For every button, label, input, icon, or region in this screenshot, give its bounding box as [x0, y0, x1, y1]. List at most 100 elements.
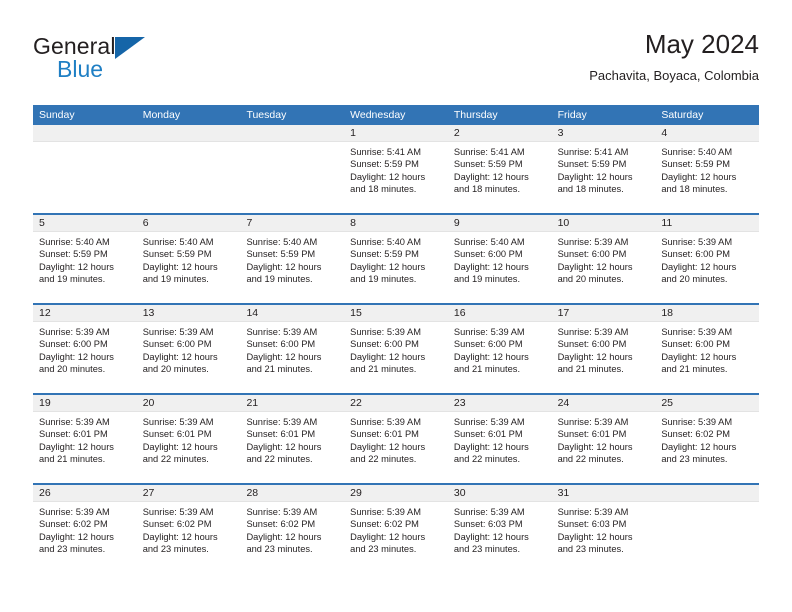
- sunrise-text: Sunrise: 5:40 AM: [661, 147, 733, 157]
- day-cell[interactable]: 27 Sunrise: 5:39 AM Sunset: 6:02 PM Dayligh…: [136, 485, 241, 573]
- daylight-text-line1: Daylight: 12 hours: [453, 531, 529, 542]
- day-cell[interactable]: 29 Sunrise: 5:39 AM Sunset: 6:02 PM Dayligh…: [344, 485, 448, 573]
- day-cell[interactable]: 25 Sunrise: 5:39 AM Sunset: 6:02 PM Dayligh…: [655, 395, 760, 483]
- day-cell[interactable]: 28 Sunrise: 5:39 AM Sunset: 6:02 PM Dayligh…: [240, 485, 345, 573]
- daylight-text-line2: and 19 minutes.: [453, 274, 521, 285]
- day-cell[interactable]: 26 Sunrise: 5:39 AM Sunset: 6:02 PM Dayligh…: [33, 485, 137, 573]
- sunset-text: Sunset: 6:00 PM: [661, 339, 731, 350]
- daylight-text-line1: Daylight: 12 hours: [39, 441, 114, 452]
- daylight-text-line2: and 22 minutes.: [557, 454, 624, 465]
- sunrise-text: Sunrise: 5:40 AM: [39, 237, 110, 247]
- day-sun-info: Sunrise: 5:40 AM Sunset: 5:59 PM Daylight:…: [655, 142, 759, 196]
- day-number: 19: [39, 397, 51, 409]
- day-number-band: 1: [344, 125, 448, 142]
- day-sun-info: Sunrise: 5:39 AM Sunset: 6:03 PM Daylight:…: [552, 502, 656, 556]
- day-cell[interactable]: 18 Sunrise: 5:39 AM Sunset: 6:00 PM Dayligh…: [655, 305, 760, 393]
- day-cell[interactable]: 15 Sunrise: 5:39 AM Sunset: 6:00 PM Dayligh…: [344, 305, 448, 393]
- day-cell[interactable]: 20 Sunrise: 5:39 AM Sunset: 6:01 PM Dayligh…: [136, 395, 241, 483]
- daylight-text-line1: Daylight: 12 hours: [557, 171, 633, 182]
- day-number-band: 3: [551, 125, 656, 142]
- daylight-text-line1: Daylight: 12 hours: [350, 441, 426, 452]
- day-number: 21: [246, 397, 259, 409]
- day-number: 28: [246, 487, 259, 499]
- sunrise-text: Sunrise: 5:41 AM: [557, 147, 629, 157]
- day-number: 1: [350, 127, 356, 139]
- day-number-band: 21: [240, 395, 345, 412]
- sunrise-text: Sunrise: 5:39 AM: [350, 327, 421, 337]
- daylight-text-line1: Daylight: 12 hours: [350, 261, 426, 272]
- day-number: 15: [350, 307, 362, 319]
- day-number: 30: [453, 487, 466, 499]
- day-number: 26: [39, 487, 51, 499]
- day-cell[interactable]: 23 Sunrise: 5:39 AM Sunset: 6:01 PM Dayligh…: [447, 395, 552, 483]
- day-number: 16: [453, 307, 466, 319]
- day-cell[interactable]: 14 Sunrise: 5:39 AM Sunset: 6:00 PM Dayligh…: [240, 305, 345, 393]
- weekday-header-wednesday: Wednesday: [350, 109, 406, 121]
- day-cell[interactable]: 22 Sunrise: 5:39 AM Sunset: 6:01 PM Dayligh…: [344, 395, 448, 483]
- sunrise-text: Sunrise: 5:40 AM: [350, 237, 421, 247]
- day-number-band: 30: [447, 485, 552, 502]
- sunset-text: Sunset: 6:00 PM: [39, 339, 108, 350]
- page-header: General Blue May 2024 Pachavita, Boyaca,…: [33, 28, 759, 98]
- sunset-text: Sunset: 5:59 PM: [453, 159, 523, 170]
- day-sun-info: Sunrise: 5:39 AM Sunset: 6:02 PM Daylight:…: [344, 502, 448, 556]
- day-cell[interactable]: 11 Sunrise: 5:39 AM Sunset: 6:00 PM Dayligh…: [655, 215, 760, 303]
- sunset-text: Sunset: 6:01 PM: [142, 429, 212, 440]
- day-number-band: 19: [33, 395, 137, 412]
- daylight-text-line2: and 18 minutes.: [661, 184, 728, 195]
- sunset-text: Sunset: 5:59 PM: [246, 249, 316, 260]
- sunrise-text: Sunrise: 5:39 AM: [246, 417, 318, 427]
- daylight-text-line2: and 23 minutes.: [557, 544, 624, 555]
- sunset-text: Sunset: 6:01 PM: [350, 429, 419, 440]
- day-cell[interactable]: 6 Sunrise: 5:40 AM Sunset: 5:59 PM Daylight…: [136, 215, 241, 303]
- day-number-band: 20: [136, 395, 241, 412]
- day-cell[interactable]: 3 Sunrise: 5:41 AM Sunset: 5:59 PM Daylight…: [551, 125, 656, 213]
- day-cell[interactable]: 21 Sunrise: 5:39 AM Sunset: 6:01 PM Dayligh…: [240, 395, 345, 483]
- daylight-text-line2: and 22 minutes.: [246, 454, 313, 465]
- day-number-band: 25: [655, 395, 760, 412]
- sunrise-text: Sunrise: 5:39 AM: [246, 327, 318, 337]
- daylight-text-line2: and 20 minutes.: [661, 274, 728, 285]
- day-cell[interactable]: 5 Sunrise: 5:40 AM Sunset: 5:59 PM Daylight…: [33, 215, 137, 303]
- day-number-band: 11: [655, 215, 760, 232]
- daylight-text-line1: Daylight: 12 hours: [39, 531, 114, 542]
- sunrise-text: Sunrise: 5:39 AM: [142, 327, 214, 337]
- sunrise-text: Sunrise: 5:39 AM: [39, 507, 110, 517]
- sunrise-text: Sunrise: 5:39 AM: [350, 507, 421, 517]
- day-cell[interactable]: 17 Sunrise: 5:39 AM Sunset: 6:00 PM Dayligh…: [551, 305, 656, 393]
- day-number-band: 14: [240, 305, 345, 322]
- daylight-text-line1: Daylight: 12 hours: [350, 351, 426, 362]
- day-sun-info: Sunrise: 5:39 AM Sunset: 6:00 PM Daylight:…: [655, 322, 759, 376]
- daylight-text-line2: and 21 minutes.: [661, 364, 728, 375]
- day-cell[interactable]: 1 Sunrise: 5:41 AM Sunset: 5:59 PM Daylight…: [344, 125, 448, 213]
- day-cell[interactable]: 2 Sunrise: 5:41 AM Sunset: 5:59 PM Daylight…: [447, 125, 552, 213]
- daylight-text-line2: and 18 minutes.: [557, 184, 624, 195]
- daylight-text-line1: Daylight: 12 hours: [142, 351, 218, 362]
- calendar-week-row: 19 Sunrise: 5:39 AM Sunset: 6:01 PM Dayligh…: [33, 393, 760, 483]
- day-number: 13: [142, 307, 155, 319]
- day-cell[interactable]: 16 Sunrise: 5:39 AM Sunset: 6:00 PM Dayligh…: [447, 305, 552, 393]
- day-cell[interactable]: 19 Sunrise: 5:39 AM Sunset: 6:01 PM Dayligh…: [33, 395, 137, 483]
- day-sun-info: Sunrise: 5:40 AM Sunset: 6:00 PM Daylight:…: [448, 232, 552, 286]
- day-cell[interactable]: 4 Sunrise: 5:40 AM Sunset: 5:59 PM Daylight…: [655, 125, 760, 213]
- daylight-text-line2: and 18 minutes.: [453, 184, 521, 195]
- day-number-band: 17: [551, 305, 656, 322]
- day-number-band: 22: [344, 395, 448, 412]
- weekday-header-friday: Friday: [557, 109, 587, 121]
- day-cell[interactable]: 12 Sunrise: 5:39 AM Sunset: 6:00 PM Dayligh…: [33, 305, 137, 393]
- day-cell[interactable]: 24 Sunrise: 5:39 AM Sunset: 6:01 PM Dayligh…: [551, 395, 656, 483]
- sunset-text: Sunset: 6:00 PM: [142, 339, 212, 350]
- day-cell[interactable]: 31 Sunrise: 5:39 AM Sunset: 6:03 PM Dayligh…: [551, 485, 656, 573]
- day-sun-info: Sunrise: 5:39 AM Sunset: 6:02 PM Daylight:…: [655, 412, 759, 466]
- day-cell[interactable]: 8 Sunrise: 5:40 AM Sunset: 5:59 PM Daylight…: [344, 215, 448, 303]
- day-cell[interactable]: 7 Sunrise: 5:40 AM Sunset: 5:59 PM Daylight…: [240, 215, 345, 303]
- day-cell[interactable]: 10 Sunrise: 5:39 AM Sunset: 6:00 PM Dayligh…: [551, 215, 656, 303]
- sunrise-text: Sunrise: 5:39 AM: [661, 417, 733, 427]
- sunset-text: Sunset: 5:59 PM: [350, 159, 419, 170]
- daylight-text-line2: and 18 minutes.: [350, 184, 417, 195]
- day-cell[interactable]: 13 Sunrise: 5:39 AM Sunset: 6:00 PM Dayligh…: [136, 305, 241, 393]
- day-cell[interactable]: 9 Sunrise: 5:40 AM Sunset: 6:00 PM Daylight…: [447, 215, 552, 303]
- day-sun-info: Sunrise: 5:39 AM Sunset: 6:01 PM Daylight:…: [344, 412, 448, 466]
- day-number: 29: [350, 487, 362, 499]
- day-cell[interactable]: 30 Sunrise: 5:39 AM Sunset: 6:03 PM Dayligh…: [447, 485, 552, 573]
